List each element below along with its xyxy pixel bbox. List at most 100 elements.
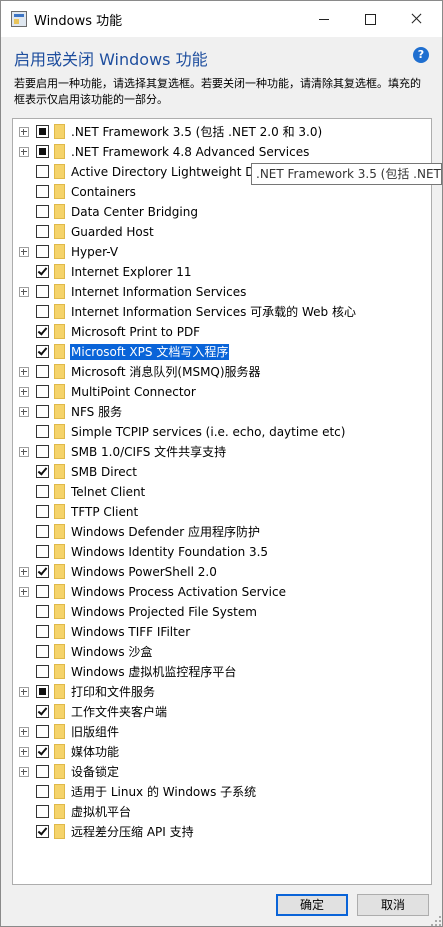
feature-label[interactable]: .NET Framework 4.8 Advanced Services (70, 144, 310, 160)
feature-label[interactable]: Microsoft Print to PDF (70, 324, 201, 340)
ok-button[interactable]: 确定 (276, 894, 348, 916)
expand-plus-icon[interactable] (19, 367, 29, 377)
feature-row[interactable]: .NET Framework 3.5 (包括 .NET 2.0 和 3.0) (13, 122, 431, 142)
feature-row[interactable]: Containers (13, 182, 431, 202)
feature-checkbox[interactable] (36, 345, 49, 358)
feature-checkbox[interactable] (36, 525, 49, 538)
feature-checkbox[interactable] (36, 505, 49, 518)
feature-row[interactable]: NFS 服务 (13, 402, 431, 422)
feature-checkbox[interactable] (36, 165, 49, 178)
feature-checkbox[interactable] (36, 365, 49, 378)
feature-row[interactable]: Data Center Bridging (13, 202, 431, 222)
feature-row[interactable]: Simple TCPIP services (i.e. echo, daytim… (13, 422, 431, 442)
cancel-button[interactable]: 取消 (357, 894, 429, 916)
feature-checkbox[interactable] (36, 185, 49, 198)
feature-checkbox[interactable] (36, 725, 49, 738)
feature-checkbox[interactable] (36, 385, 49, 398)
feature-row[interactable]: Windows 沙盒 (13, 642, 431, 662)
expand-plus-icon[interactable] (19, 387, 29, 397)
feature-checkbox[interactable] (36, 685, 49, 698)
expand-plus-icon[interactable] (19, 287, 29, 297)
feature-row[interactable]: SMB Direct (13, 462, 431, 482)
expand-plus-icon[interactable] (19, 747, 29, 757)
feature-label[interactable]: 媒体功能 (70, 744, 120, 760)
feature-label[interactable]: Microsoft XPS 文档写入程序 (70, 344, 230, 360)
feature-label[interactable]: Windows 虚拟机监控程序平台 (70, 664, 237, 680)
feature-label[interactable]: Active Directory Lightweight Di (70, 164, 259, 180)
expand-plus-icon[interactable] (19, 447, 29, 457)
feature-row[interactable]: 远程差分压缩 API 支持 (13, 822, 431, 842)
feature-label[interactable]: Windows TIFF IFilter (70, 624, 191, 640)
feature-label[interactable]: Guarded Host (70, 224, 155, 240)
feature-checkbox[interactable] (36, 225, 49, 238)
feature-checkbox[interactable] (36, 765, 49, 778)
feature-label[interactable]: 设备锁定 (70, 764, 120, 780)
maximize-icon[interactable] (347, 1, 393, 37)
feature-row[interactable]: Internet Explorer 11 (13, 262, 431, 282)
feature-checkbox[interactable] (36, 605, 49, 618)
feature-row[interactable]: Windows Defender 应用程序防护 (13, 522, 431, 542)
feature-label[interactable]: 工作文件夹客户端 (70, 704, 168, 720)
feature-row[interactable]: Microsoft 消息队列(MSMQ)服务器 (13, 362, 431, 382)
feature-checkbox[interactable] (36, 445, 49, 458)
feature-row[interactable]: Guarded Host (13, 222, 431, 242)
feature-row[interactable]: Microsoft Print to PDF (13, 322, 431, 342)
feature-checkbox[interactable] (36, 805, 49, 818)
help-icon[interactable]: ? (413, 47, 429, 63)
feature-checkbox[interactable] (36, 565, 49, 578)
feature-row[interactable]: Windows Projected File System (13, 602, 431, 622)
expand-plus-icon[interactable] (19, 407, 29, 417)
feature-label[interactable]: 旧版组件 (70, 724, 120, 740)
feature-label[interactable]: MultiPoint Connector (70, 384, 197, 400)
feature-checkbox[interactable] (36, 125, 49, 138)
feature-label[interactable]: Windows Identity Foundation 3.5 (70, 544, 269, 560)
feature-row[interactable]: Telnet Client (13, 482, 431, 502)
feature-label[interactable]: Windows Process Activation Service (70, 584, 287, 600)
feature-label[interactable]: Internet Information Services 可承载的 Web 核… (70, 304, 357, 320)
feature-checkbox[interactable] (36, 705, 49, 718)
feature-label[interactable]: 虚拟机平台 (70, 804, 132, 820)
feature-row[interactable]: 适用于 Linux 的 Windows 子系统 (13, 782, 431, 802)
feature-label[interactable]: Windows Projected File System (70, 604, 258, 620)
feature-label[interactable]: .NET Framework 3.5 (包括 .NET 2.0 和 3.0) (70, 124, 323, 140)
expand-plus-icon[interactable] (19, 127, 29, 137)
feature-label[interactable]: Telnet Client (70, 484, 146, 500)
feature-checkbox[interactable] (36, 665, 49, 678)
feature-row[interactable]: Windows Process Activation Service (13, 582, 431, 602)
feature-label[interactable]: Microsoft 消息队列(MSMQ)服务器 (70, 364, 262, 380)
feature-row[interactable]: Windows 虚拟机监控程序平台 (13, 662, 431, 682)
feature-row[interactable]: 设备锁定 (13, 762, 431, 782)
feature-checkbox[interactable] (36, 465, 49, 478)
resize-grip-icon[interactable] (431, 916, 441, 926)
feature-label[interactable]: Windows Defender 应用程序防护 (70, 524, 261, 540)
feature-checkbox[interactable] (36, 645, 49, 658)
feature-checkbox[interactable] (36, 245, 49, 258)
feature-row[interactable]: Internet Information Services (13, 282, 431, 302)
feature-checkbox[interactable] (36, 485, 49, 498)
expand-plus-icon[interactable] (19, 767, 29, 777)
feature-label[interactable]: Simple TCPIP services (i.e. echo, daytim… (70, 424, 346, 440)
feature-checkbox[interactable] (36, 785, 49, 798)
feature-row[interactable]: 虚拟机平台 (13, 802, 431, 822)
feature-label[interactable]: 远程差分压缩 API 支持 (70, 824, 195, 840)
feature-label[interactable]: NFS 服务 (70, 404, 123, 420)
feature-row[interactable]: 媒体功能 (13, 742, 431, 762)
feature-row[interactable]: TFTP Client (13, 502, 431, 522)
feature-checkbox[interactable] (36, 325, 49, 338)
feature-row[interactable]: Windows TIFF IFilter (13, 622, 431, 642)
feature-checkbox[interactable] (36, 265, 49, 278)
feature-label[interactable]: Internet Explorer 11 (70, 264, 193, 280)
minimize-icon[interactable] (301, 1, 347, 37)
expand-plus-icon[interactable] (19, 567, 29, 577)
feature-label[interactable]: Hyper-V (70, 244, 119, 260)
expand-plus-icon[interactable] (19, 587, 29, 597)
feature-checkbox[interactable] (36, 745, 49, 758)
expand-plus-icon[interactable] (19, 687, 29, 697)
expand-plus-icon[interactable] (19, 727, 29, 737)
feature-row[interactable]: Windows PowerShell 2.0 (13, 562, 431, 582)
feature-row[interactable]: 打印和文件服务 (13, 682, 431, 702)
expand-plus-icon[interactable] (19, 247, 29, 257)
feature-checkbox[interactable] (36, 145, 49, 158)
feature-label[interactable]: TFTP Client (70, 504, 139, 520)
feature-label[interactable]: Windows PowerShell 2.0 (70, 564, 218, 580)
